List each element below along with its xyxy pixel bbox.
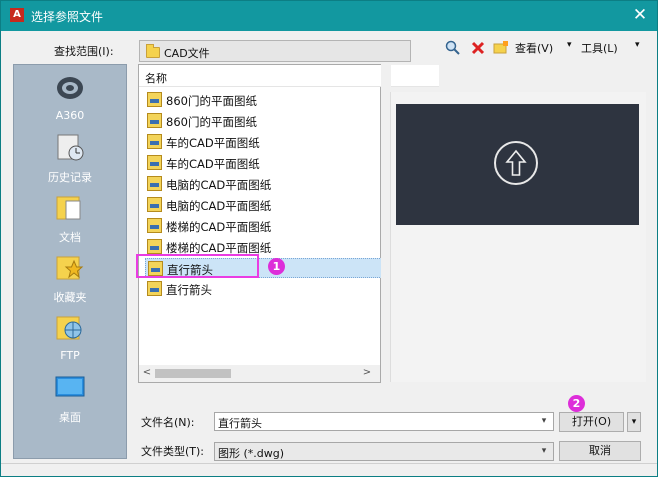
tools-menu[interactable]: 工具(L) (581, 40, 618, 56)
ftp-icon (54, 313, 86, 343)
chevron-down-icon[interactable]: ▾ (537, 414, 551, 429)
sidebar-item-label: 文档 (59, 231, 81, 244)
history-icon (54, 133, 86, 163)
lookin-label: 查找范围(I): (54, 45, 114, 58)
dwg-file-icon (147, 155, 162, 170)
title-bar[interactable]: A 选择参照文件 ✕ (1, 1, 657, 31)
straight-arrow-preview-icon (494, 141, 538, 185)
create-folder-icon[interactable] (493, 40, 509, 56)
dwg-file-icon (147, 239, 162, 254)
sidebar-item-a360[interactable]: A360 (14, 73, 126, 133)
filetype-value: 图形 (*.dwg) (218, 447, 285, 460)
column-header-name[interactable]: 名称 (139, 65, 439, 87)
filename-value: 直行箭头 (218, 417, 262, 430)
desktop-icon (54, 373, 86, 403)
dwg-file-icon (147, 197, 162, 212)
file-row[interactable]: 车的CAD平面图纸 (145, 153, 381, 173)
file-row[interactable]: 楼梯的CAD平面图纸 (145, 216, 381, 236)
file-name: 电脑的CAD平面图纸 (166, 178, 272, 192)
preview-image (396, 104, 639, 225)
file-row[interactable]: 电脑的CAD平面图纸 (145, 174, 381, 194)
lookin-dropdown[interactable]: CAD文件 (139, 40, 411, 62)
tools-menu-arrow[interactable]: ▾ (635, 40, 640, 50)
filename-label: 文件名(N): (141, 416, 195, 429)
lookin-value: CAD文件 (164, 47, 210, 60)
step-badge-1: 1 (268, 258, 285, 275)
sidebar-item-favorites[interactable]: 收藏夹 (14, 253, 126, 313)
select-reference-file-dialog: A 选择参照文件 ✕ 查找范围(I): CAD文件 查看(V) ▾ 工具(L) … (0, 0, 658, 477)
dwg-file-icon (147, 281, 162, 296)
scroll-left-icon[interactable]: < (140, 366, 154, 380)
a360-icon (54, 73, 86, 103)
sidebar-item-history[interactable]: 历史记录 (14, 133, 126, 193)
view-menu[interactable]: 查看(V) (515, 40, 553, 56)
status-strip (1, 463, 657, 476)
dwg-file-icon (147, 113, 162, 128)
filetype-select[interactable]: 图形 (*.dwg) ▾ (214, 442, 554, 461)
file-row[interactable]: 直行箭头 (145, 279, 381, 299)
cancel-button[interactable]: 取消 (559, 441, 641, 461)
sidebar-item-desktop[interactable]: 桌面 (14, 373, 126, 433)
file-name: 楼梯的CAD平面图纸 (166, 220, 272, 234)
file-name: 车的CAD平面图纸 (166, 136, 260, 150)
search-web-icon[interactable] (445, 40, 461, 56)
scrollbar-thumb[interactable] (155, 369, 231, 378)
sidebar-item-label: 历史记录 (48, 171, 92, 184)
file-row[interactable]: 860门的平面图纸 (145, 90, 381, 110)
file-row[interactable]: 车的CAD平面图纸 (145, 132, 381, 152)
favorites-icon (54, 253, 86, 283)
dwg-file-icon (147, 134, 162, 149)
sidebar-item-label: A360 (55, 109, 85, 122)
autocad-app-icon: A (10, 8, 24, 22)
sidebar-item-documents[interactable]: 文档 (14, 193, 126, 253)
file-name: 直行箭头 (166, 283, 212, 297)
delete-icon[interactable] (470, 40, 486, 56)
filename-input[interactable]: 直行箭头 ▾ (214, 412, 554, 431)
places-sidebar: A360 历史记录 文档 收藏夹 FTP 桌面 (13, 64, 127, 459)
dwg-file-icon (147, 218, 162, 233)
folder-icon (146, 44, 160, 58)
filetype-label: 文件类型(T): (141, 445, 205, 458)
file-row[interactable]: 860门的平面图纸 (145, 111, 381, 131)
close-button[interactable]: ✕ (629, 5, 651, 27)
selection-highlight-box (136, 254, 259, 278)
dwg-file-icon (147, 92, 162, 107)
dialog-title: 选择参照文件 (31, 10, 104, 24)
file-name: 860门的平面图纸 (166, 94, 257, 108)
open-options-arrow[interactable]: ▾ (627, 412, 641, 432)
sidebar-item-label: FTP (60, 349, 80, 362)
horizontal-scrollbar[interactable]: < > (139, 365, 380, 382)
scroll-right-icon[interactable]: > (360, 366, 374, 380)
column-header-label: 名称 (145, 72, 167, 85)
sidebar-item-label: 收藏夹 (53, 291, 87, 304)
step-badge-2: 2 (568, 395, 585, 412)
file-name: 电脑的CAD平面图纸 (166, 199, 272, 213)
view-menu-arrow[interactable]: ▾ (567, 40, 572, 50)
sidebar-item-label: 桌面 (59, 411, 81, 424)
file-list[interactable]: 名称 860门的平面图纸 860门的平面图纸 车的CAD平面图纸 车的CAD平面… (138, 64, 439, 383)
sidebar-item-ftp[interactable]: FTP (14, 313, 126, 373)
chevron-down-icon[interactable]: ▾ (537, 444, 551, 459)
file-name: 车的CAD平面图纸 (166, 157, 260, 171)
open-button[interactable]: 打开(O) (559, 412, 624, 432)
documents-icon (54, 193, 86, 223)
dwg-file-icon (147, 176, 162, 191)
file-row[interactable]: 电脑的CAD平面图纸 (145, 195, 381, 215)
file-name: 860门的平面图纸 (166, 115, 257, 129)
